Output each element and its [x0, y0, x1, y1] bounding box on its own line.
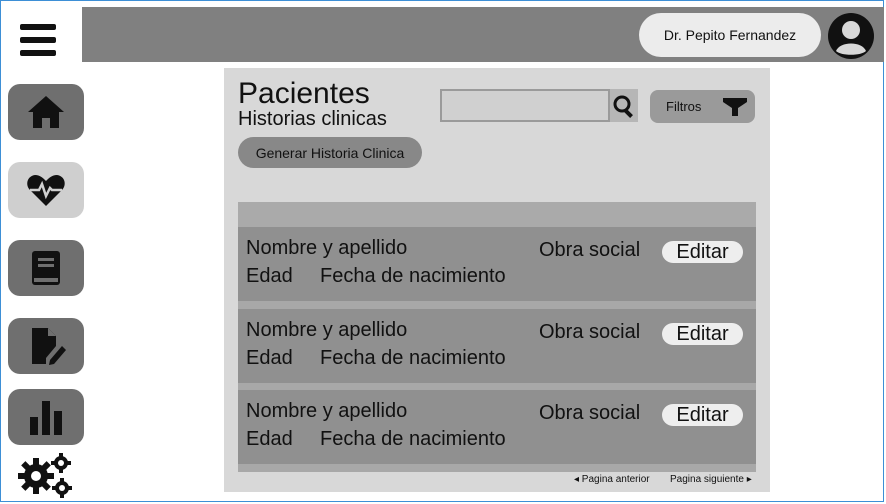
- sidebar-item-statistics[interactable]: [8, 389, 84, 445]
- table-header: [238, 202, 756, 227]
- user-name-badge[interactable]: Dr. Pepito Fernandez: [639, 13, 821, 57]
- patient-birth-date: Fecha de nacimiento: [320, 265, 506, 287]
- patient-age: Edad: [246, 347, 293, 369]
- home-icon: [28, 96, 64, 128]
- patient-age: Edad: [246, 428, 293, 450]
- patient-insurance: Obra social: [539, 402, 641, 424]
- patient-name: Nombre y apellido: [246, 319, 408, 341]
- patient-insurance: Obra social: [539, 239, 641, 261]
- avatar-icon[interactable]: [828, 13, 874, 59]
- edit-button[interactable]: Editar: [662, 404, 743, 426]
- page-subtitle: Historias clinicas: [238, 108, 387, 130]
- heartbeat-icon: [27, 175, 65, 206]
- edit-button[interactable]: Editar: [662, 323, 743, 345]
- table-row: Nombre y apellido Obra social Edad Fecha…: [238, 309, 756, 383]
- patient-name: Nombre y apellido: [246, 400, 408, 422]
- sidebar-item-home[interactable]: [8, 84, 84, 140]
- previous-page-link[interactable]: ◂ Pagina anterior: [574, 474, 650, 485]
- edit-button[interactable]: Editar: [662, 241, 743, 263]
- patient-birth-date: Fecha de nacimiento: [320, 347, 506, 369]
- settings-gears-icon[interactable]: [16, 452, 76, 498]
- sidebar-item-edit-document[interactable]: [8, 318, 84, 374]
- search-input[interactable]: [440, 89, 610, 122]
- filters-button[interactable]: Filtros: [650, 90, 755, 123]
- row-divider: [238, 301, 756, 309]
- page-title: Pacientes: [238, 77, 370, 110]
- filters-label: Filtros: [666, 99, 702, 114]
- patient-insurance: Obra social: [539, 321, 641, 343]
- table-row: Nombre y apellido Obra social Edad Fecha…: [238, 227, 756, 301]
- next-page-link[interactable]: Pagina siguiente ▸: [670, 474, 752, 485]
- edit-document-icon: [32, 328, 66, 365]
- sidebar-item-book[interactable]: [8, 240, 84, 296]
- search-button[interactable]: [610, 89, 638, 122]
- patient-name: Nombre y apellido: [246, 237, 408, 259]
- filter-funnel-icon: [723, 98, 747, 116]
- patient-age: Edad: [246, 265, 293, 287]
- sidebar: [2, 2, 84, 500]
- patient-birth-date: Fecha de nacimiento: [320, 428, 506, 450]
- table-row: Nombre y apellido Obra social Edad Fecha…: [238, 390, 756, 464]
- bar-chart-icon: [30, 401, 62, 435]
- hamburger-menu-icon[interactable]: [8, 14, 68, 66]
- book-icon: [32, 251, 60, 285]
- search-icon: [613, 95, 633, 118]
- row-divider: [238, 464, 756, 472]
- generate-history-button[interactable]: Generar Historia Clinica: [238, 137, 422, 168]
- sidebar-item-heartbeat[interactable]: [8, 162, 84, 218]
